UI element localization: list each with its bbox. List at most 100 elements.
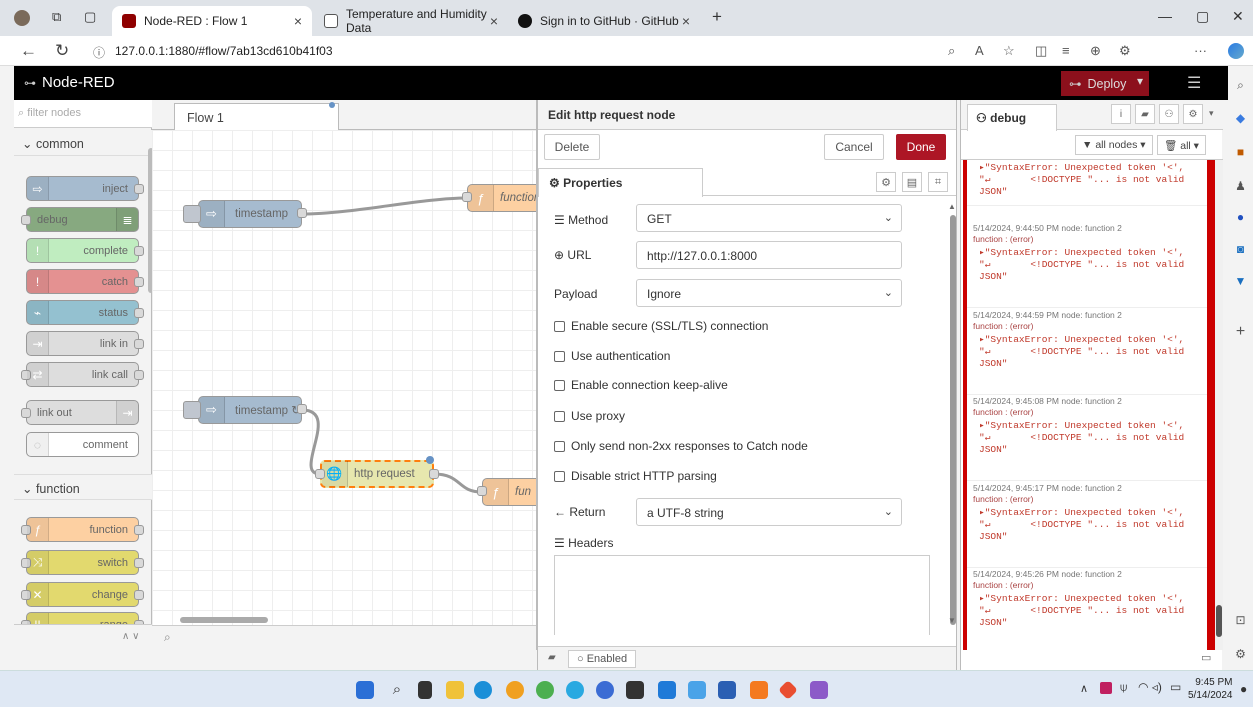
git-icon[interactable] [778,680,798,700]
chrome-icon-4[interactable] [596,681,614,699]
windows-start-icon[interactable] [356,681,374,699]
sidebar-toggle-icon[interactable]: ▭ [1201,651,1211,664]
chevron-up-icon[interactable]: ∧ [1080,682,1088,695]
menu-icon[interactable]: ☰ [1187,73,1201,93]
palette-node-comment[interactable]: ◌ comment [26,432,139,457]
scroll-thumb[interactable] [1216,605,1222,637]
debug-message[interactable]: 5/14/2024, 9:45:26 PM node: function 2 f… [967,566,1207,650]
message-body[interactable]: ▸"SyntaxError: Unexpected token '<', "↵ … [967,245,1207,286]
tab-actions-icon[interactable]: ▢ [84,9,96,25]
tray-app-icon[interactable] [1100,682,1112,694]
palette-node-status[interactable]: ⌁ status [26,300,144,325]
deploy-button[interactable]: ⊶ Deploy ▾ [1061,71,1149,96]
info-icon[interactable]: i [1111,104,1131,124]
filter-nodes-select[interactable]: ▼ all nodes ▾ [1075,135,1153,155]
inject-button[interactable] [183,205,201,223]
gear-icon[interactable]: ⚙ [1183,104,1203,124]
tray-scrollbar[interactable] [950,215,956,625]
flow-node-timestamp-2[interactable]: ⇨ timestamp ↻ [183,396,307,424]
output-port[interactable] [134,558,144,568]
vscode-icon[interactable] [658,681,676,699]
palette-node-function[interactable]: ƒ function [21,517,144,542]
briefcase-icon[interactable]: ■ [1233,144,1248,159]
search-icon[interactable]: ⌕ [1233,78,1248,93]
outlook-icon[interactable]: ◙ [1233,241,1248,256]
output-port[interactable] [134,339,144,349]
debug-message[interactable]: 5/14/2024, 9:45:17 PM node: function 2 f… [967,480,1207,568]
scroll-up-icon[interactable]: ▲ [948,202,956,211]
palette-node-inject[interactable]: ⇨ inject [26,176,144,201]
system-clock[interactable]: 9:45 PM 5/14/2024 [1188,676,1233,702]
debug-message[interactable]: 5/14/2024, 9:44:59 PM node: function 2 f… [967,307,1207,395]
output-port[interactable] [134,184,144,194]
send-icon[interactable]: ▼ [1233,273,1248,288]
message-body[interactable]: ▸"SyntaxError: Unexpected token '<', "↵ … [967,505,1207,546]
input-port[interactable] [462,192,472,202]
add-icon[interactable]: + [1233,323,1248,340]
input-port[interactable] [315,469,325,479]
search-icon[interactable]: ⌕ [388,681,406,699]
output-port[interactable] [297,208,307,218]
minimize-icon[interactable]: — [1158,8,1172,24]
edge-icon[interactable] [474,681,492,699]
info-icon[interactable]: ⓘ [93,44,105,61]
palette-node-link-out[interactable]: link out ⇥ [21,400,139,425]
close-tab-icon[interactable]: × [682,13,690,29]
palette-node-link-in[interactable]: ⇥ link in [26,331,144,356]
back-icon[interactable]: ← [20,41,37,61]
task-view-icon[interactable] [418,681,432,699]
workspaces-icon[interactable]: ⧉ [52,9,61,25]
browser-tab-temperature[interactable]: Temperature and Humidity Data × [314,6,508,36]
restore-icon[interactable]: ▢ [1196,8,1209,25]
copilot-icon[interactable]: ● [1233,209,1248,224]
bug-icon[interactable]: ⚇ [1159,104,1179,124]
return-select[interactable]: a UTF-8 string ⌄ [636,498,902,526]
battery-icon[interactable]: ▭ [1170,680,1181,694]
tab-flow-1[interactable]: Flow 1 [174,103,339,131]
checkbox-auth[interactable]: Use authentication [554,349,670,363]
flow-node-function-2[interactable]: ƒ fun [477,478,536,506]
notification-icon[interactable]: ● [1240,682,1247,696]
url-input[interactable]: http://127.0.0.1:8000 [636,241,902,269]
palette-node-debug[interactable]: debug ≣ [21,207,139,232]
chrome-icon-3[interactable] [566,681,584,699]
message-body[interactable]: ▸"SyntaxError: Unexpected token '<', "↵ … [967,332,1207,373]
new-tab-button[interactable]: + [712,7,722,27]
checkbox-strict-parsing[interactable]: Disable strict HTTP parsing [554,469,717,483]
horizontal-scrollbar[interactable] [180,617,268,623]
flow-canvas[interactable]: ⇨ timestamp ƒ function ⇨ timestamp ↻ 🌐 h… [152,130,536,625]
palette-node-complete[interactable]: ! complete [26,238,144,263]
message-body[interactable]: ▸"SyntaxError: Unexpected token '<', "↵ … [967,160,1207,201]
close-window-icon[interactable]: ✕ [1232,8,1244,25]
app-icon-orange[interactable] [750,681,768,699]
checkbox-proxy[interactable]: Use proxy [554,409,625,423]
output-port[interactable] [134,308,144,318]
chrome-icon[interactable] [506,681,524,699]
collections-icon[interactable]: ⊕ [1090,43,1101,59]
file-explorer-icon[interactable] [446,681,464,699]
flow-node-timestamp-1[interactable]: ⇨ timestamp [183,200,307,228]
input-port[interactable] [477,486,487,496]
inject-button[interactable] [183,401,201,419]
debug-scrollbar[interactable] [1215,160,1223,650]
copilot-icon[interactable] [1228,43,1244,59]
book-icon[interactable]: ▰ [1135,104,1155,124]
chevron-down-icon[interactable]: ▾ [1137,74,1143,88]
input-port[interactable] [21,408,31,418]
maps-icon[interactable] [688,681,706,699]
description-icon[interactable]: ▤ [902,172,922,192]
scroll-down-icon[interactable]: ▼ [948,616,956,625]
people-icon[interactable]: ♟ [1233,178,1248,193]
palette-node-change[interactable]: ✕ change [21,582,144,607]
split-screen-icon[interactable]: ◫ [1035,43,1047,59]
checkbox-box[interactable] [554,379,565,391]
done-button[interactable]: Done [896,134,946,160]
browser-tab-github[interactable]: Sign in to GitHub · GitHub × [508,6,700,36]
screenshot-icon[interactable]: ⊡ [1233,612,1248,627]
checkbox-keepalive[interactable]: Enable connection keep-alive [554,378,728,392]
profile-avatar[interactable] [14,10,30,26]
checkbox-box[interactable] [554,410,565,422]
palette-node-catch[interactable]: ! catch [26,269,144,294]
headers-list[interactable] [554,555,930,635]
chrome-icon-2[interactable] [536,681,554,699]
